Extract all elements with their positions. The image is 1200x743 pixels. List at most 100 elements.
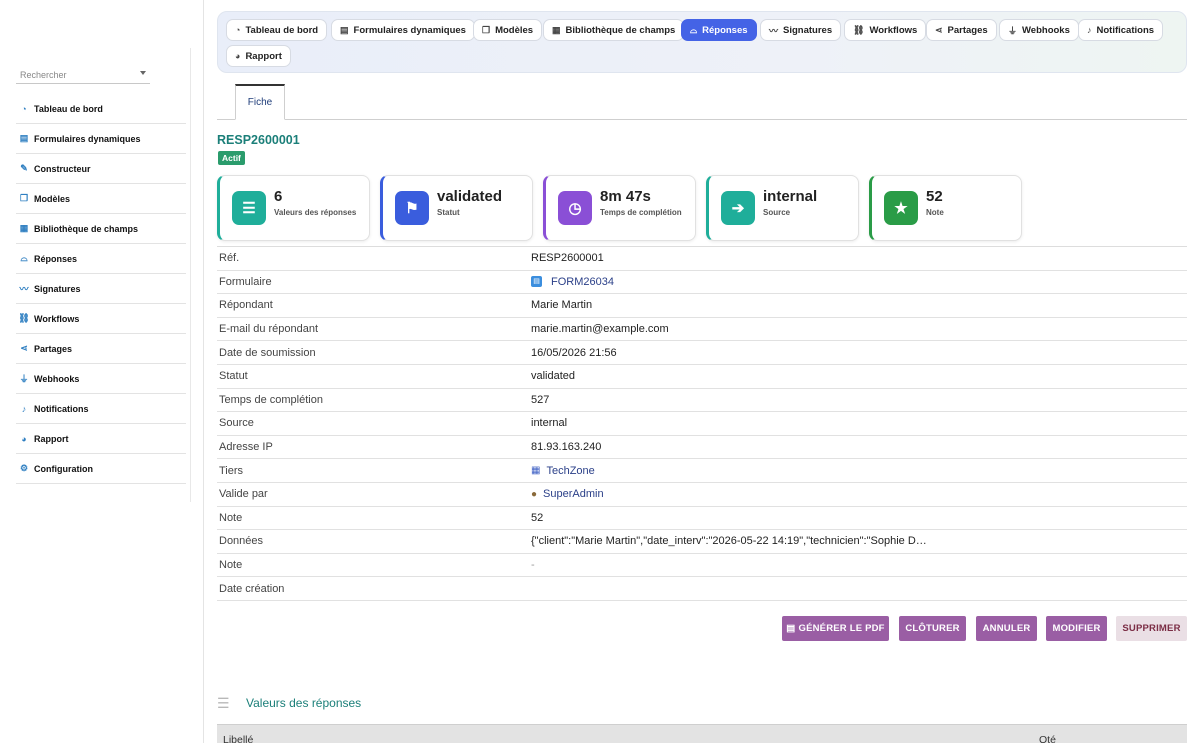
tab-label: Notifications bbox=[1096, 24, 1155, 36]
tab-label: Formulaires dynamiques bbox=[353, 24, 466, 36]
sidebar-item-label: Webhooks bbox=[34, 373, 80, 384]
tab-workflows[interactable]: ⛓ Workflows bbox=[844, 19, 927, 41]
sidebar-item-formulaires[interactable]: ▤ Formulaires dynamiques bbox=[16, 124, 186, 154]
field-label: Réf. bbox=[219, 252, 240, 265]
sidebar-item-notifications[interactable]: ♪ Notifications bbox=[16, 394, 186, 424]
table-row: Données {"client":"Marie Martin","date_i… bbox=[217, 530, 1187, 554]
field-value: TechZone bbox=[546, 464, 595, 477]
share-icon: ⋖ bbox=[935, 24, 943, 35]
signature-icon: 〰 bbox=[19, 284, 29, 294]
clock-icon: ◷ bbox=[558, 191, 592, 225]
tab-label: Modèles bbox=[495, 24, 534, 36]
field-label: Tiers bbox=[219, 464, 244, 477]
field-label: E-mail du répondant bbox=[219, 323, 319, 336]
sidebar-item-label: Modèles bbox=[34, 193, 71, 204]
tab-webhooks[interactable]: ⏚ Webhooks bbox=[999, 19, 1079, 41]
sidebar-item-tableau-de-bord[interactable]: ◔ Tableau de bord bbox=[16, 94, 186, 124]
dashboard-icon: ◔ bbox=[21, 103, 27, 114]
field-label: Valide par bbox=[219, 488, 268, 501]
sidebar-item-partages[interactable]: ⋖ Partages bbox=[16, 334, 186, 364]
stat-value: 52 bbox=[926, 188, 943, 205]
sidebar-item-constructeur[interactable]: ✎ Constructeur bbox=[16, 154, 186, 184]
sidebar-item-signatures[interactable]: 〰 Signatures bbox=[16, 274, 186, 304]
copy-icon: ❐ bbox=[482, 24, 491, 35]
form-link[interactable]: ▤ FORM26034 bbox=[531, 276, 614, 288]
share-icon: ⋖ bbox=[20, 343, 28, 353]
sidebar-item-bibliotheque[interactable]: ▦ Bibliothèque de champs bbox=[16, 214, 186, 244]
sidebar-item-label: Notifications bbox=[34, 403, 89, 414]
workflow-icon: ⛓ bbox=[18, 313, 30, 323]
tab-label: Tableau de bord bbox=[245, 24, 319, 36]
bell-icon: ♪ bbox=[1087, 25, 1092, 35]
user-link[interactable]: ● SuperAdmin bbox=[531, 488, 604, 500]
sidebar-item-webhooks[interactable]: ⏚ Webhooks bbox=[16, 364, 186, 394]
field-label: Temps de complétion bbox=[219, 393, 323, 406]
table-row: Date de soumission 16/05/2026 21:56 bbox=[217, 341, 1187, 365]
stat-value: internal bbox=[763, 188, 818, 205]
sidebar-item-label: Signatures bbox=[34, 283, 81, 294]
field-label: Adresse IP bbox=[219, 441, 273, 454]
dashboard-icon: ◔ bbox=[235, 25, 241, 35]
user-icon: ● bbox=[531, 488, 538, 500]
field-label: Données bbox=[219, 535, 264, 548]
sidebar-item-workflows[interactable]: ⛓ Workflows bbox=[16, 304, 186, 334]
bell-icon: ♪ bbox=[21, 403, 27, 414]
chevron-down-icon[interactable] bbox=[140, 71, 146, 75]
sidebar-item-configuration[interactable]: ⚙ Configuration bbox=[16, 454, 186, 484]
stat-label: Statut bbox=[437, 208, 460, 217]
tab-notifications[interactable]: ♪ Notifications bbox=[1078, 19, 1164, 41]
copy-icon: ❐ bbox=[19, 193, 29, 203]
top-tab-bar: ◔ Tableau de bord ▤ Formulaires dynamiques… bbox=[217, 11, 1187, 73]
tab-reponses[interactable]: ⌓ Réponses bbox=[681, 19, 757, 41]
column-header-qte[interactable]: Qté bbox=[1039, 734, 1056, 743]
tab-tableau-de-bord[interactable]: ◔ Tableau de bord bbox=[226, 19, 328, 41]
cancel-button[interactable]: ANNULER bbox=[976, 616, 1037, 641]
stat-value: 8m 47s bbox=[600, 188, 651, 205]
form-icon: ▤ bbox=[19, 133, 29, 143]
field-value: 16/05/2026 21:56 bbox=[531, 346, 617, 359]
record-title: RESP2600001 bbox=[217, 133, 300, 147]
generate-pdf-button[interactable]: ▤ GÉNÉRER LE PDF bbox=[782, 616, 889, 641]
close-record-button[interactable]: CLÔTURER bbox=[899, 616, 966, 641]
status-badge: Actif bbox=[218, 151, 245, 165]
gear-icon: ⚙ bbox=[19, 463, 29, 473]
edit-button[interactable]: MODIFIER bbox=[1046, 616, 1107, 641]
tab-partages[interactable]: ⋖ Partages bbox=[926, 19, 997, 41]
list-icon: ☰ bbox=[217, 695, 230, 711]
tab-rapport[interactable]: ◕ Rapport bbox=[226, 45, 291, 67]
column-header-libelle[interactable]: Libellé bbox=[223, 734, 253, 743]
tab-formulaires[interactable]: ▤ Formulaires dynamiques bbox=[331, 19, 475, 41]
tab-signatures[interactable]: 〰 Signatures bbox=[760, 19, 842, 41]
table-row: Tiers ▦ TechZone bbox=[217, 459, 1187, 483]
sidebar-item-reponses[interactable]: ⌓ Réponses bbox=[16, 244, 186, 274]
field-value: 52 bbox=[531, 511, 544, 524]
field-label: Répondant bbox=[219, 299, 273, 312]
field-value: marie.martin@example.com bbox=[531, 323, 669, 336]
tab-fiche[interactable]: Fiche bbox=[235, 84, 285, 120]
tab-label: Signatures bbox=[783, 24, 833, 36]
table-row: Réf. RESP2600001 bbox=[217, 247, 1187, 271]
tab-bibliotheque[interactable]: ▦ Bibliothèque de champs bbox=[543, 19, 685, 41]
list-icon: ▦ bbox=[19, 223, 29, 233]
stat-label: Valeurs des réponses bbox=[274, 208, 357, 217]
field-label: Date de soumission bbox=[219, 346, 316, 359]
sidebar-item-rapport[interactable]: ◕ Rapport bbox=[16, 424, 186, 454]
delete-button[interactable]: SUPPRIMER bbox=[1116, 616, 1187, 641]
stat-label: Source bbox=[763, 208, 791, 217]
stat-label: Temps de complétion bbox=[600, 208, 682, 217]
table-row: Note - bbox=[217, 554, 1187, 578]
tiers-link[interactable]: ▦ TechZone bbox=[531, 465, 595, 477]
stat-value: validated bbox=[437, 188, 503, 205]
table-row: Adresse IP 81.93.163.240 bbox=[217, 436, 1187, 460]
sidebar-item-label: Workflows bbox=[34, 313, 80, 324]
sidebar-item-label: Constructeur bbox=[34, 163, 91, 174]
field-value: internal bbox=[531, 417, 568, 430]
record-tabs: Fiche bbox=[217, 84, 1187, 120]
sidebar-item-label: Formulaires dynamiques bbox=[34, 133, 141, 144]
star-icon: ★ bbox=[884, 191, 918, 225]
wand-icon: ✎ bbox=[20, 163, 28, 173]
sidebar-item-modeles[interactable]: ❐ Modèles bbox=[16, 184, 186, 214]
search-select[interactable]: Rechercher bbox=[16, 66, 150, 84]
section-title: Valeurs des réponses bbox=[246, 696, 362, 710]
tab-modeles[interactable]: ❐ Modèles bbox=[473, 19, 543, 41]
